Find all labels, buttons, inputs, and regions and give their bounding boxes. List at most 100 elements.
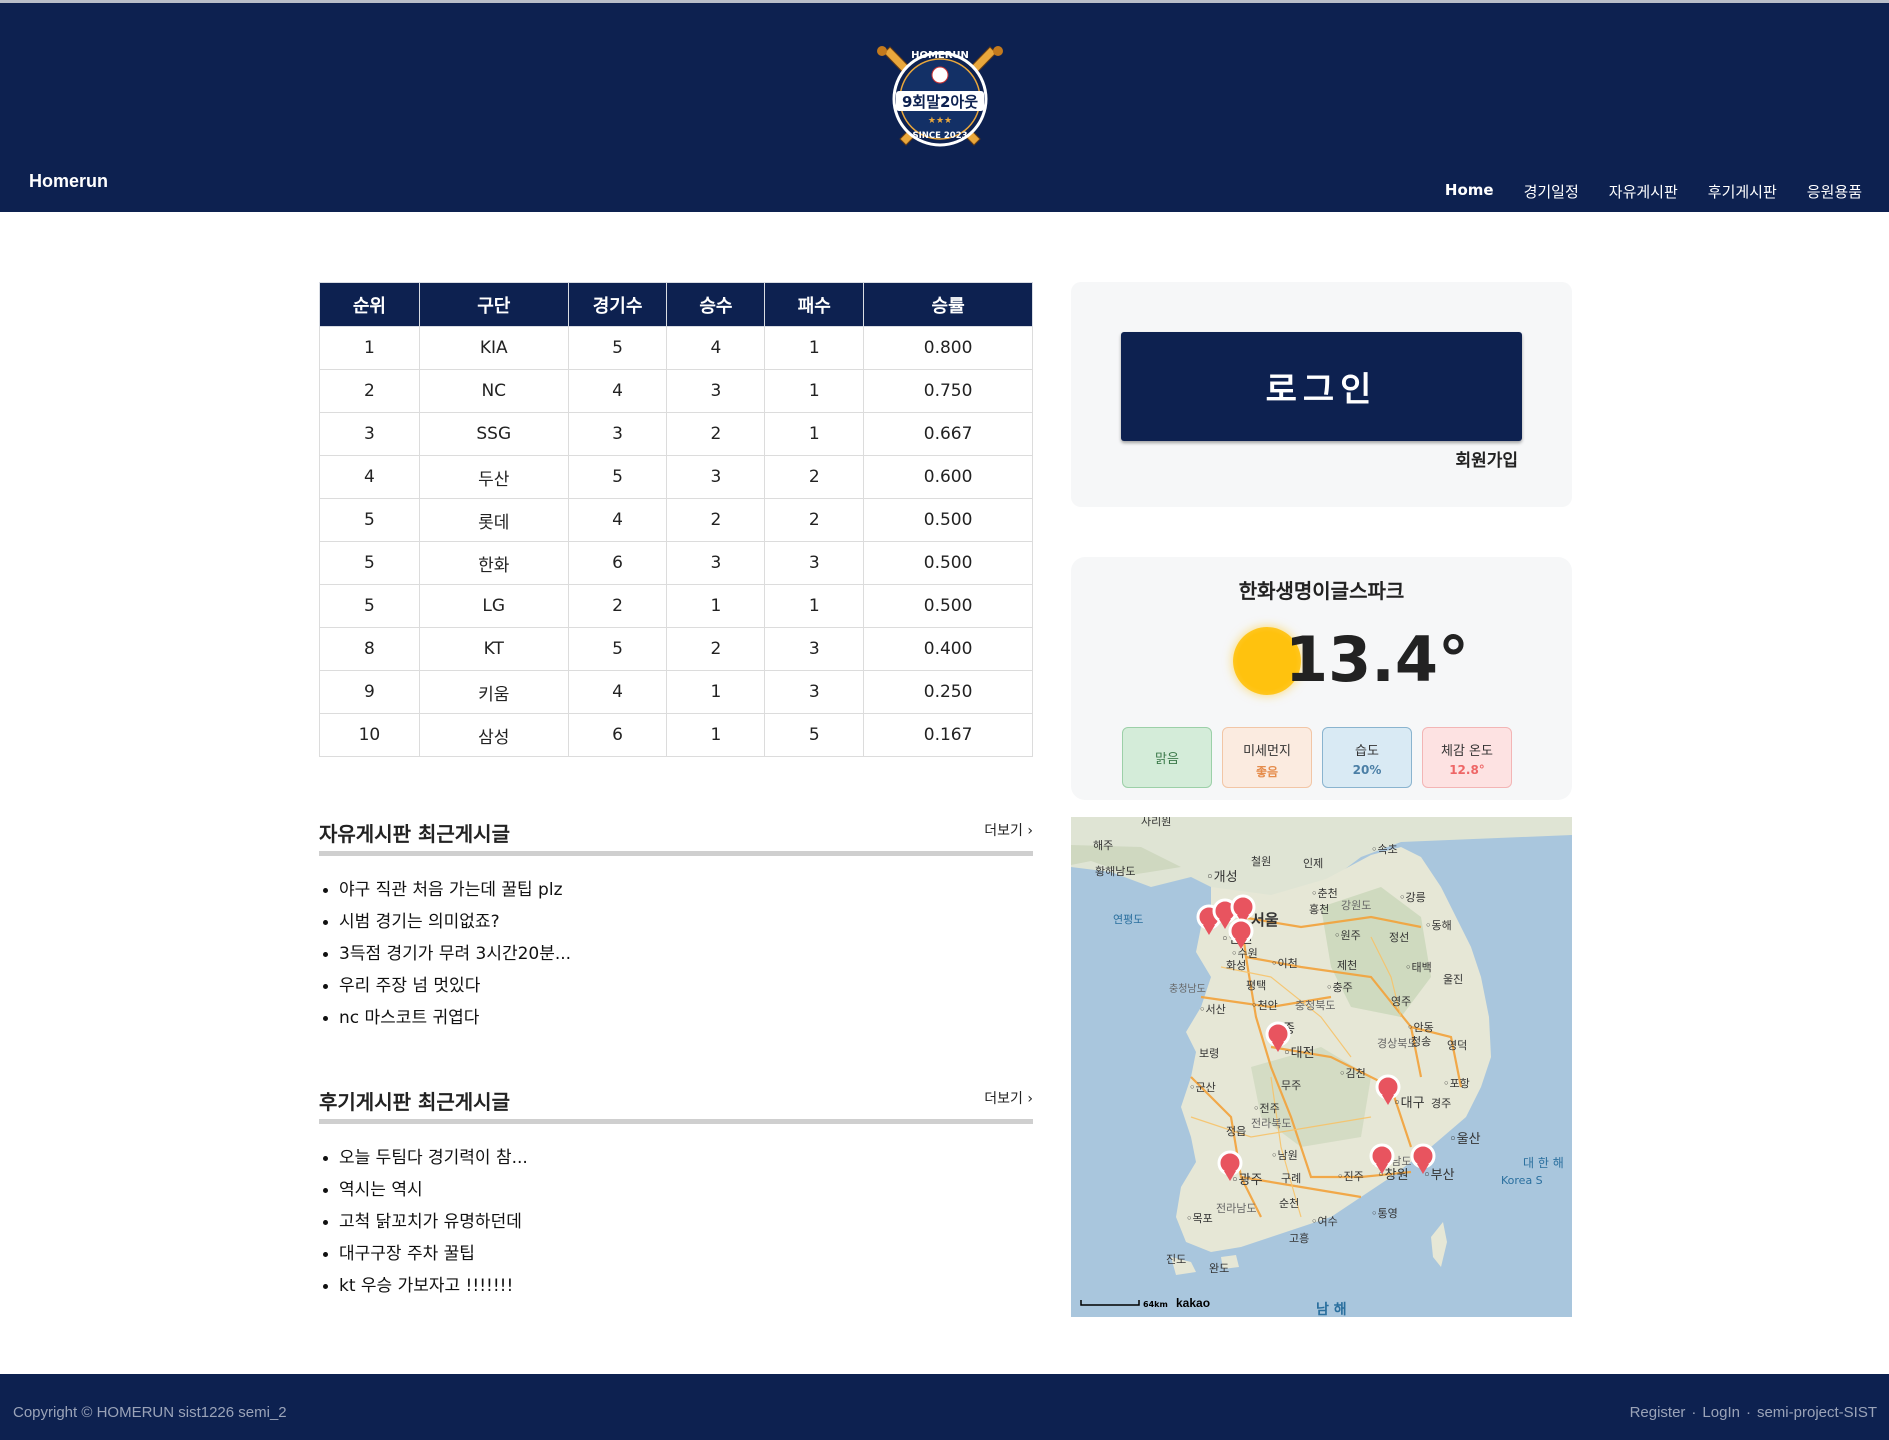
stadium-map[interactable]: 사리원 해주 황해남도 ◦개성 철원 인제 ◦속초 연평도 ◦춘천 ◦강릉 서울… <box>1071 817 1572 1317</box>
svg-text:◦여수: ◦여수 <box>1311 1215 1338 1228</box>
humidity-value: 20% <box>1352 763 1382 777</box>
svg-text:◦전주: ◦전주 <box>1253 1102 1280 1115</box>
svg-text:경주: 경주 <box>1431 1097 1451 1110</box>
games-cell: 3 <box>567 412 668 456</box>
footer-login-link[interactable]: LogIn <box>1702 1404 1740 1421</box>
humidity-chip: 습도 20% <box>1322 727 1412 788</box>
footer-project-link[interactable]: semi-project-SIST <box>1757 1404 1877 1421</box>
standings-header-row: 순위 구단 경기수 승수 패수 승률 <box>319 282 1033 327</box>
list-item[interactable]: nc 마스코트 귀엽다 <box>319 1002 1033 1034</box>
svg-text:◦대전: ◦대전 <box>1283 1046 1315 1061</box>
svg-text:영덕: 영덕 <box>1447 1039 1467 1052</box>
col-losses: 패수 <box>764 282 865 327</box>
team-cell: 삼성 <box>418 713 569 757</box>
map-canvas[interactable]: 사리원 해주 황해남도 ◦개성 철원 인제 ◦속초 연평도 ◦춘천 ◦강릉 서울… <box>1071 817 1572 1317</box>
svg-text:전라남도: 전라남도 <box>1216 1202 1256 1215</box>
condition-chip: 맑음 <box>1122 727 1212 788</box>
wins-cell: 4 <box>666 326 766 370</box>
svg-text:◦군산: ◦군산 <box>1189 1081 1216 1094</box>
svg-text:◦춘천: ◦춘천 <box>1311 886 1338 900</box>
svg-text:철원: 철원 <box>1251 855 1271 868</box>
free-board-section: 자유게시판 최근게시글 더보기 › 야구 직관 처음 가는데 꿀팁 plz 시범… <box>319 812 1033 1034</box>
nav-review-board[interactable]: 후기게시판 <box>1708 181 1777 202</box>
review-board-title: 후기게시판 최근게시글 <box>319 1090 510 1114</box>
weather-details: 맑음 미세먼지 좋음 습도 20% 체감 온도 12.8° <box>1122 727 1512 788</box>
svg-text:◦속초: ◦속초 <box>1371 843 1398 856</box>
dust-chip: 미세먼지 좋음 <box>1222 727 1312 788</box>
team-cell: KIA <box>418 326 569 370</box>
svg-text:화성: 화성 <box>1226 959 1246 972</box>
copyright-text: Copyright © HOMERUN sist1226 semi_2 <box>13 1404 287 1421</box>
list-item[interactable]: 역시는 역시 <box>319 1174 1033 1206</box>
win-rate-cell: 0.250 <box>863 670 1033 714</box>
losses-cell: 2 <box>764 455 865 499</box>
win-rate-cell: 0.167 <box>863 713 1033 757</box>
svg-text:◦이천: ◦이천 <box>1271 956 1298 970</box>
login-button[interactable]: 로그인 <box>1121 332 1522 441</box>
games-cell: 2 <box>567 584 668 628</box>
list-item[interactable]: 우리 주장 넘 멋있다 <box>319 970 1033 1002</box>
svg-text:무주: 무주 <box>1281 1079 1301 1092</box>
svg-text:◦남원: ◦남원 <box>1271 1149 1298 1162</box>
review-board-more-link[interactable]: 더보기 › <box>984 1088 1033 1108</box>
win-rate-cell: 0.667 <box>863 412 1033 456</box>
feels-value: 12.8° <box>1449 763 1485 777</box>
svg-text:사리원: 사리원 <box>1141 817 1171 828</box>
brand-name[interactable]: Homerun <box>29 171 108 192</box>
losses-cell: 3 <box>764 541 865 585</box>
list-item[interactable]: 야구 직관 처음 가는데 꿀팁 plz <box>319 874 1033 906</box>
list-item[interactable]: 시범 경기는 의미없죠? <box>319 906 1033 938</box>
free-board-more-link[interactable]: 더보기 › <box>984 820 1033 840</box>
list-item[interactable]: 3득점 경기가 무려 3시간20분... <box>319 938 1033 970</box>
wins-cell: 1 <box>666 670 766 714</box>
team-cell: LG <box>418 584 569 628</box>
col-games: 경기수 <box>567 282 668 327</box>
games-cell: 4 <box>567 369 668 413</box>
list-item[interactable]: kt 우승 가보자고 !!!!!!! <box>319 1270 1033 1302</box>
svg-text:홍천: 홍천 <box>1309 902 1329 916</box>
svg-text:◦통영: ◦통영 <box>1371 1207 1398 1220</box>
svg-text:정선: 정선 <box>1389 931 1409 944</box>
rank-cell: 5 <box>319 584 420 628</box>
svg-text:◦서산: ◦서산 <box>1199 1003 1226 1016</box>
svg-text:영주: 영주 <box>1391 995 1411 1008</box>
table-row: 1 KIA 5 4 1 0.800 <box>319 326 1033 370</box>
table-row: 5 한화 6 3 3 0.500 <box>319 541 1033 585</box>
login-card: 로그인 회원가입 <box>1071 282 1572 507</box>
nav-home[interactable]: Home <box>1445 181 1494 202</box>
svg-text:◦태백: ◦태백 <box>1405 961 1432 974</box>
nav-schedule[interactable]: 경기일정 <box>1524 181 1579 202</box>
table-row: 2 NC 4 3 1 0.750 <box>319 369 1033 413</box>
signup-link[interactable]: 회원가입 <box>1455 446 1518 471</box>
svg-text:kakao: kakao <box>1176 1296 1210 1310</box>
svg-text:황해남도: 황해남도 <box>1095 864 1135 878</box>
standings-table: 순위 구단 경기수 승수 패수 승률 1 KIA 5 4 1 0.800 2 NC 4 3 1 0.… <box>319 282 1033 757</box>
svg-text:제천: 제천 <box>1337 958 1357 972</box>
svg-text:◦울산: ◦울산 <box>1449 1132 1481 1147</box>
losses-cell: 5 <box>764 713 865 757</box>
games-cell: 5 <box>567 455 668 499</box>
dust-label: 미세먼지 <box>1243 744 1291 759</box>
nav-goods[interactable]: 응원용품 <box>1807 181 1862 202</box>
weather-card: 한화생명이글스파크 13.4° 맑음 미세먼지 좋음 습도 20% 체감 온도 … <box>1071 557 1572 800</box>
list-item[interactable]: 오늘 두팀다 경기력이 참... <box>319 1142 1033 1174</box>
rank-cell: 9 <box>319 670 420 714</box>
svg-text:서울: 서울 <box>1251 911 1279 929</box>
footer-separator: · <box>1745 1404 1751 1421</box>
rank-cell: 1 <box>319 326 420 370</box>
list-item[interactable]: 대구구장 주차 꿀팁 <box>319 1238 1033 1270</box>
svg-text:◦개성: ◦개성 <box>1206 870 1238 885</box>
svg-text:◦부산: ◦부산 <box>1423 1168 1455 1183</box>
losses-cell: 3 <box>764 627 865 671</box>
wins-cell: 1 <box>666 713 766 757</box>
svg-text:◦광주: ◦광주 <box>1231 1173 1263 1188</box>
table-row: 4 두산 5 3 2 0.600 <box>319 455 1033 499</box>
site-header: HOMERUN 9회말2아웃 ★★★ SINCE 2023 Homerun Ho… <box>0 3 1889 212</box>
svg-text:SINCE 2023: SINCE 2023 <box>912 131 967 141</box>
homerun-logo[interactable]: HOMERUN 9회말2아웃 ★★★ SINCE 2023 <box>872 41 1008 155</box>
list-item[interactable]: 고척 닭꼬치가 유명하던데 <box>319 1206 1033 1238</box>
free-board-header: 자유게시판 최근게시글 더보기 › <box>319 812 1033 856</box>
svg-text:◦천안: ◦천안 <box>1251 998 1278 1012</box>
footer-register-link[interactable]: Register <box>1630 1404 1686 1421</box>
nav-free-board[interactable]: 자유게시판 <box>1609 181 1678 202</box>
